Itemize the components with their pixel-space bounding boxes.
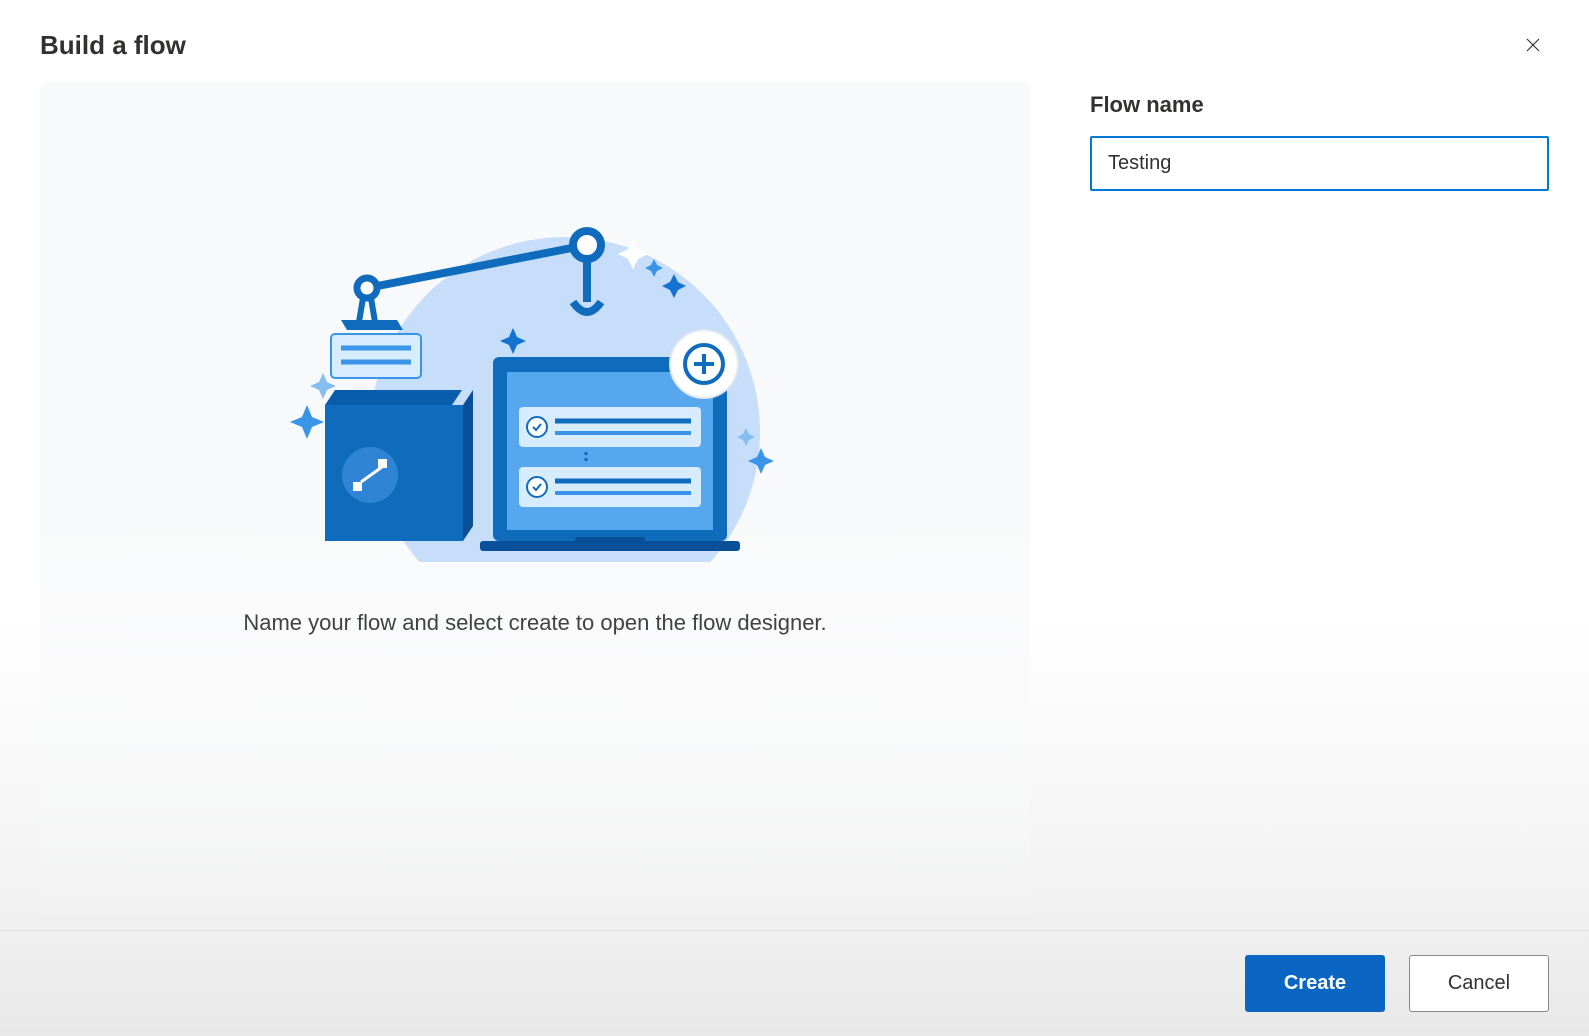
dialog-header: Build a flow — [0, 0, 1589, 82]
close-icon — [1524, 36, 1542, 57]
close-button[interactable] — [1517, 30, 1549, 62]
create-button[interactable]: Create — [1245, 955, 1385, 1012]
form-panel: Flow name — [1090, 82, 1549, 930]
cancel-button[interactable]: Cancel — [1409, 955, 1549, 1012]
flow-name-input[interactable] — [1090, 136, 1549, 191]
illustration-panel: Name your flow and select create to open… — [40, 82, 1030, 930]
illustration-caption: Name your flow and select create to open… — [243, 610, 826, 636]
flow-illustration — [255, 182, 815, 562]
dialog-content: Name your flow and select create to open… — [0, 82, 1589, 930]
dialog-title: Build a flow — [40, 30, 186, 61]
build-flow-dialog: Build a flow — [0, 0, 1589, 1036]
flow-name-label: Flow name — [1090, 92, 1549, 118]
dialog-footer: Create Cancel — [0, 930, 1589, 1036]
